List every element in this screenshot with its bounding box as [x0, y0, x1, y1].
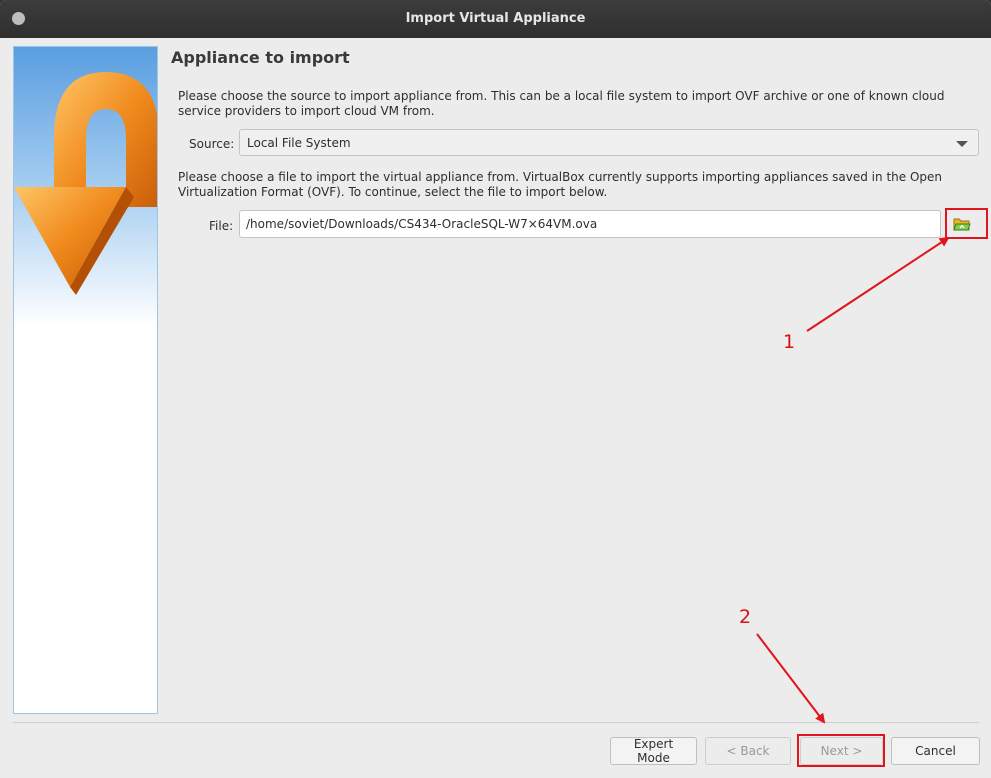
step-2-label: 2 [739, 606, 752, 628]
window-title: Import Virtual Appliance [405, 11, 586, 26]
import-appliance-window: Import Virtual Appliance Appliance to im… [0, 0, 991, 778]
expert-mode-button[interactable]: Expert Mode [610, 737, 697, 765]
source-description: Please choose the source to import appli… [178, 89, 945, 118]
step-1-label: 1 [783, 331, 796, 353]
wizard-side-image [13, 46, 158, 714]
cancel-button[interactable]: Cancel [891, 737, 980, 765]
title-bar: Import Virtual Appliance [0, 0, 991, 38]
source-label: Source: [189, 137, 235, 151]
back-button[interactable]: < Back [705, 737, 791, 765]
step-2-arrow [756, 633, 826, 724]
page-title: Appliance to import [171, 48, 350, 67]
import-arrow-icon [14, 47, 157, 713]
source-select-value: Local File System [247, 136, 351, 150]
button-separator [13, 722, 979, 723]
file-description: Please choose a file to import the virtu… [178, 170, 942, 199]
step-1-arrow [806, 236, 950, 332]
step-1-highlight [945, 208, 988, 239]
file-label: File: [209, 219, 234, 233]
source-select[interactable]: Local File System [239, 129, 979, 156]
file-path-input[interactable] [239, 210, 941, 238]
chevron-down-icon [956, 141, 968, 147]
step-2-highlight [797, 734, 885, 767]
